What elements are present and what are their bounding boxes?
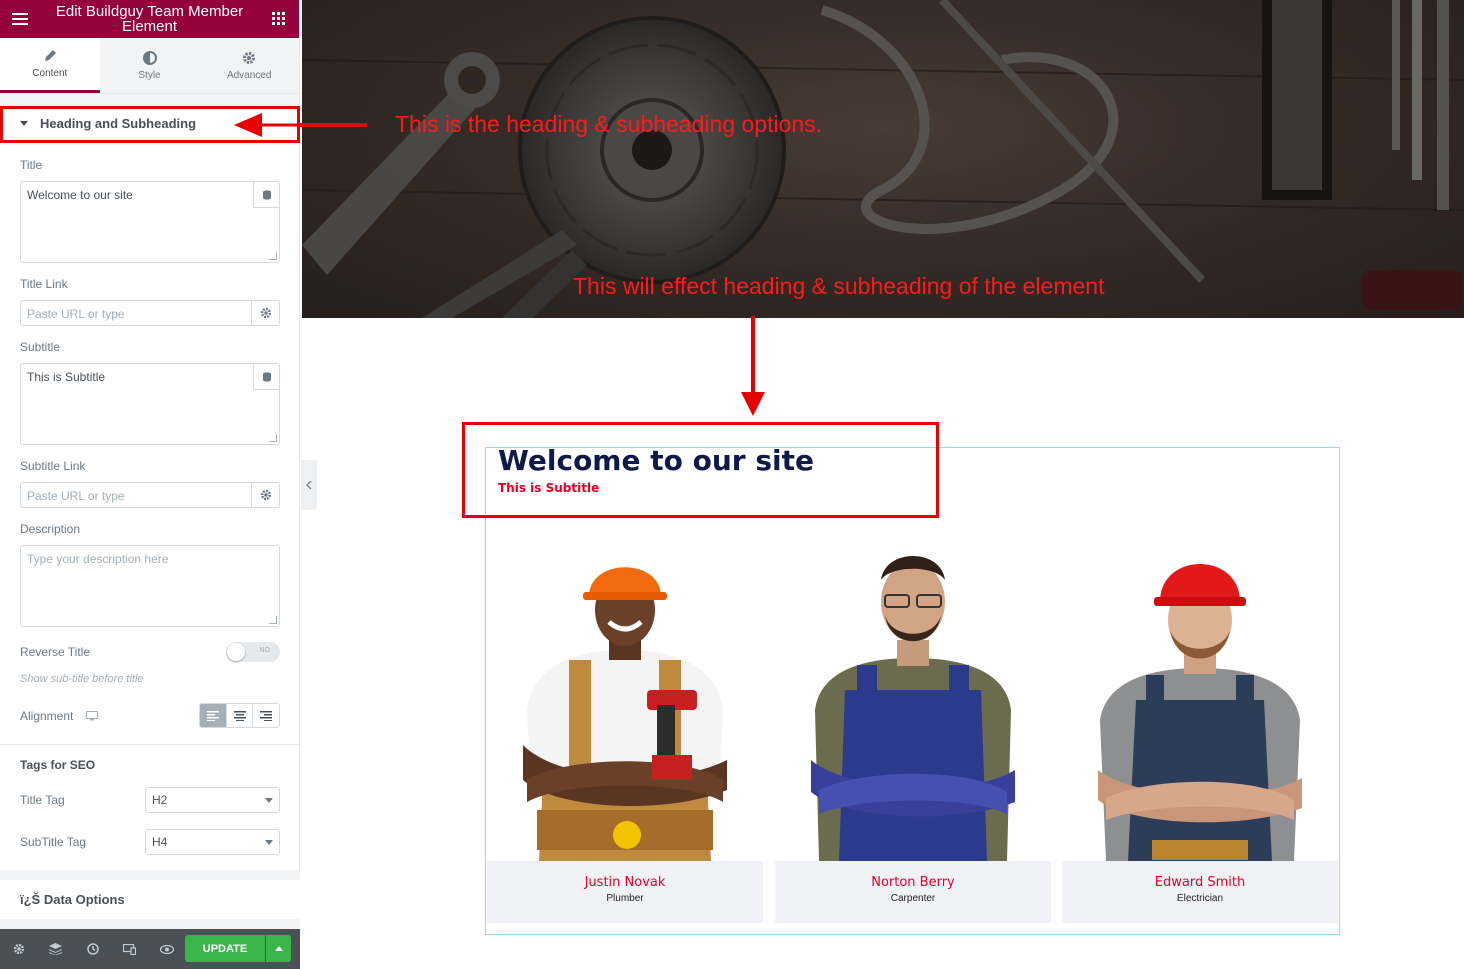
- annotation-top-text: This is the heading & subheading options…: [395, 111, 823, 137]
- dynamic-tags-icon[interactable]: [253, 364, 279, 390]
- member-info: Edward Smith Electrician: [1062, 861, 1338, 923]
- member-photo: [487, 540, 763, 861]
- align-center-icon: [233, 710, 246, 721]
- gear-icon: [243, 51, 256, 64]
- desktop-monitor-icon[interactable]: [86, 711, 98, 721]
- subtitle-link-label: Subtitle Link: [20, 459, 86, 473]
- reverse-title-label: Reverse Title: [20, 645, 91, 659]
- dynamic-tags-icon[interactable]: [253, 182, 279, 208]
- align-left-icon: [206, 710, 219, 721]
- section-gap: [0, 919, 300, 929]
- subtitle-tag-value: H4: [152, 835, 168, 849]
- resize-handle[interactable]: [269, 434, 277, 442]
- chevron-down-icon: [265, 798, 273, 803]
- member-name[interactable]: Norton Berry: [775, 875, 1051, 890]
- section-gap: [0, 870, 300, 880]
- tab-style-label: Style: [138, 69, 161, 81]
- tab-advanced-label: Advanced: [226, 69, 272, 81]
- subtitle-textarea[interactable]: This is Subtitle: [20, 363, 280, 445]
- member-info: Justin Novak Plumber: [487, 861, 763, 923]
- subtitle-tag-select[interactable]: H4: [145, 829, 280, 855]
- member-name[interactable]: Justin Novak: [487, 875, 763, 890]
- title-link-placeholder: Paste URL or type: [27, 307, 125, 321]
- hero-tools-image: [302, 0, 1464, 318]
- annotation-box-heading: [462, 422, 939, 518]
- caret-up-icon: [274, 946, 283, 951]
- seo-tags-label: Tags for SEO: [20, 758, 96, 772]
- divider: [0, 744, 300, 745]
- subtitle-label: Subtitle: [20, 340, 61, 354]
- save-options-button[interactable]: [266, 935, 291, 962]
- team-card[interactable]: Norton Berry Carpenter: [775, 540, 1051, 923]
- subtitle-tag-label: SubTitle Tag: [20, 835, 87, 849]
- tab-content[interactable]: Content: [0, 38, 100, 93]
- pencil-icon: [44, 50, 56, 61]
- settings-gear-icon[interactable]: [0, 929, 37, 969]
- member-name[interactable]: Edward Smith: [1062, 875, 1338, 890]
- panel-tabs: Content Style Advanced: [0, 38, 300, 94]
- title-label: Title: [20, 158, 43, 172]
- title-tag-label: Title Tag: [20, 793, 65, 807]
- resize-handle[interactable]: [269, 252, 277, 260]
- reverse-title-hint: Show sub-title before title: [20, 673, 144, 685]
- align-right-button[interactable]: [252, 704, 279, 727]
- reverse-title-switch[interactable]: NO: [226, 642, 280, 662]
- alignment-label: Alignment: [20, 709, 74, 723]
- switch-knob: [227, 643, 245, 661]
- hamburger-menu-icon[interactable]: [0, 0, 40, 38]
- member-role: Carpenter: [890, 893, 936, 904]
- collapse-panel-handle[interactable]: [301, 460, 317, 510]
- subtitle-link-input[interactable]: Paste URL or type: [20, 482, 280, 508]
- member-role: Electrician: [1176, 893, 1224, 904]
- link-options-gear-icon[interactable]: [251, 483, 279, 507]
- title-tag-value: H2: [152, 793, 168, 807]
- title-link-input[interactable]: Paste URL or type: [20, 300, 280, 326]
- description-label: Description: [20, 522, 81, 536]
- member-info: Norton Berry Carpenter: [775, 861, 1051, 923]
- section-data-options[interactable]: ï¿Š Data Options: [0, 880, 300, 919]
- align-left-button[interactable]: [200, 704, 226, 727]
- member-photo: [1062, 540, 1338, 861]
- annotation-middle-text: This will effect heading & subheading of…: [573, 273, 1105, 299]
- member-role: Plumber: [606, 893, 644, 904]
- panel-title: Edit Buildguy Team Member Element: [55, 3, 244, 35]
- resize-handle[interactable]: [269, 616, 277, 624]
- member-photo: [775, 540, 1051, 861]
- annotation-arrow-down: [741, 316, 765, 416]
- align-right-icon: [260, 710, 273, 721]
- chevron-left-icon: [306, 481, 312, 489]
- half-circle-icon: [142, 50, 157, 65]
- responsive-mode-icon[interactable]: [111, 929, 148, 969]
- update-button[interactable]: UPDATE: [185, 935, 265, 962]
- description-textarea[interactable]: Type your description here: [20, 545, 280, 627]
- section-gap: [0, 94, 299, 106]
- title-tag-select[interactable]: H2: [145, 787, 280, 813]
- tab-style[interactable]: Style: [99, 38, 200, 93]
- link-options-gear-icon[interactable]: [251, 301, 279, 325]
- chevron-down-icon: [265, 840, 273, 845]
- title-textarea[interactable]: Welcome to our site: [20, 181, 280, 263]
- subtitle-link-placeholder: Paste URL or type: [27, 489, 125, 503]
- panel-header: Edit Buildguy Team Member Element: [0, 0, 299, 38]
- annotation-arrow-left: [234, 113, 367, 137]
- subtitle-textarea-value: This is Subtitle: [27, 370, 106, 384]
- alignment-choices: [199, 703, 280, 728]
- description-placeholder: Type your description here: [27, 552, 169, 566]
- title-textarea-value: Welcome to our site: [27, 188, 133, 202]
- data-options-label: ï¿Š Data Options: [20, 892, 125, 907]
- tab-advanced[interactable]: Advanced: [199, 38, 300, 93]
- history-icon[interactable]: [74, 929, 111, 969]
- align-center-button[interactable]: [225, 704, 253, 727]
- title-link-label: Title Link: [20, 277, 68, 291]
- navigator-layers-icon[interactable]: [37, 929, 74, 969]
- switch-state-text: NO: [259, 647, 271, 654]
- team-card[interactable]: Justin Novak Plumber: [487, 540, 763, 923]
- tab-content-label: Content: [32, 68, 68, 79]
- preview-eye-icon[interactable]: [148, 929, 185, 969]
- team-card[interactable]: Edward Smith Electrician: [1062, 540, 1338, 923]
- widgets-grid-icon[interactable]: [259, 0, 299, 38]
